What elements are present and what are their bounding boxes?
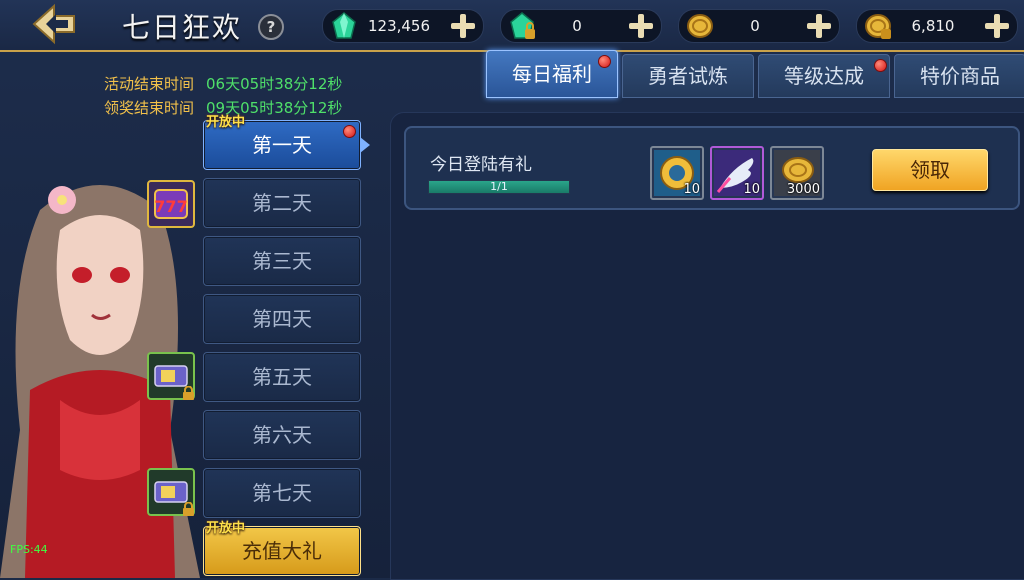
tab-daily-welfare[interactable]: 每日福利	[486, 50, 618, 98]
add-gold-button[interactable]	[803, 10, 835, 42]
add-gem-button[interactable]	[447, 10, 479, 42]
reward-qty: 10	[743, 182, 760, 197]
tab-level-reach-label: 等级达成	[784, 64, 864, 88]
tab-hero-trial-label: 勇者试炼	[648, 64, 728, 88]
currency-gem: 123,456	[322, 9, 484, 43]
slot-machine-reward-icon[interactable]: 777	[147, 180, 195, 228]
day-2-button[interactable]: 第二天	[203, 178, 361, 228]
add-locked-gold-button[interactable]	[981, 10, 1013, 42]
task-title: 今日登陆有礼	[430, 155, 532, 175]
add-locked-gem-button[interactable]	[625, 10, 657, 42]
event-end-label: 活动结束时间	[104, 75, 195, 93]
day-6-label: 第六天	[252, 423, 312, 447]
locked-gem-icon	[510, 12, 535, 39]
day-5-button[interactable]: 第五天	[203, 352, 361, 402]
gem-amount: 123,456	[367, 17, 431, 35]
gold-coin-icon	[687, 14, 713, 38]
day-1-label: 第一天	[252, 133, 312, 157]
event-end-value: 06天05时38分12秒	[206, 75, 343, 93]
currency-locked-gem: 0	[500, 9, 662, 43]
day-4-button[interactable]: 第四天	[203, 294, 361, 344]
lock-icon	[183, 502, 194, 516]
notification-dot	[343, 125, 356, 138]
tab-hero-trial[interactable]: 勇者试炼	[622, 54, 754, 98]
recharge-gift-button[interactable]: 开放中 充值大礼	[203, 521, 361, 576]
open-tag: 开放中	[206, 115, 246, 130]
locked-gold-amount: 6,810	[911, 17, 955, 35]
day-4-label: 第四天	[252, 307, 312, 331]
progress-text: 1/1	[490, 180, 508, 193]
day-5-label: 第五天	[252, 365, 312, 389]
fps-counter: FPS:44	[10, 543, 48, 556]
day-3-button[interactable]: 第三天	[203, 236, 361, 286]
reward-slot[interactable]: 10	[650, 146, 704, 200]
locked-gem-amount: 0	[572, 17, 582, 35]
page-title: 七日狂欢	[122, 11, 243, 44]
claim-end-label: 领奖结束时间	[104, 99, 195, 117]
reward-qty: 10	[683, 182, 700, 197]
green-gem-icon	[332, 12, 356, 39]
notification-dot	[874, 59, 887, 72]
selected-arrow-icon	[360, 137, 370, 153]
task-card: 今日登陆有礼 1/1 10 10 3000 领取	[404, 126, 1020, 210]
tab-level-reach[interactable]: 等级达成	[758, 54, 890, 98]
gold-amount: 0	[750, 17, 760, 35]
lock-icon	[183, 386, 194, 400]
day-1-button[interactable]: 开放中 第一天	[203, 115, 370, 170]
event-end-timer: 活动结束时间 06天05时38分12秒	[104, 73, 342, 94]
day-3-label: 第三天	[252, 249, 312, 273]
tab-daily-welfare-label: 每日福利	[512, 62, 592, 86]
tab-special-offer[interactable]: 特价商品	[894, 54, 1024, 98]
currency-locked-gold: 6,810	[856, 9, 1018, 43]
reward-slot[interactable]: 10	[710, 146, 764, 200]
day-7-label: 第七天	[252, 481, 312, 505]
open-tag: 开放中	[206, 521, 246, 536]
day-2-label: 第二天	[252, 191, 312, 215]
top-bar: 七日狂欢 ? 123,456 0 0 6,810	[0, 0, 1024, 52]
svg-text:777: 777	[154, 197, 187, 216]
task-progress-bar: 1/1	[428, 180, 570, 194]
reward-qty: 3000	[786, 182, 820, 197]
claim-button[interactable]: 领取	[872, 149, 988, 191]
ticket-reward-icon[interactable]	[147, 468, 195, 516]
notification-dot	[598, 55, 611, 68]
day-7-button[interactable]: 第七天	[203, 468, 361, 518]
reward-slot[interactable]: 3000	[770, 146, 824, 200]
locked-gold-coin-icon	[865, 14, 891, 39]
back-arrow-icon[interactable]	[30, 2, 78, 46]
ticket-reward-icon[interactable]	[147, 352, 195, 400]
currency-gold: 0	[678, 9, 840, 43]
help-button[interactable]: ?	[258, 14, 284, 40]
recharge-gift-label: 充值大礼	[242, 539, 322, 563]
day-6-button[interactable]: 第六天	[203, 410, 361, 460]
tab-special-offer-label: 特价商品	[920, 64, 1000, 88]
